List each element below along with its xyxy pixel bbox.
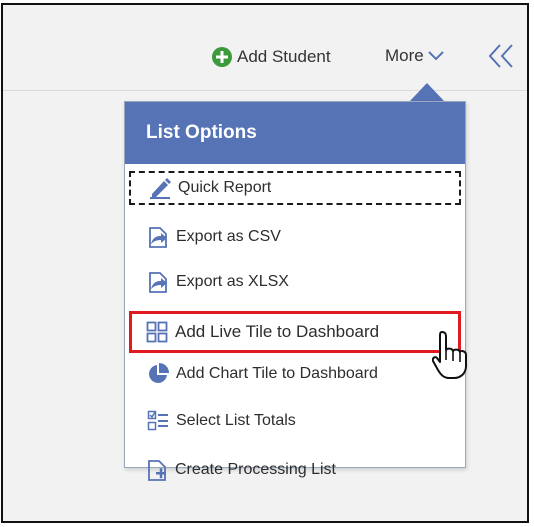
plus-circle-icon: [212, 47, 232, 67]
menu-item-export-csv[interactable]: Export as CSV: [129, 220, 461, 254]
grid-tiles-icon: [146, 321, 168, 343]
menu-header: List Options: [125, 102, 465, 164]
menu-item-label: Quick Report: [178, 179, 272, 196]
menu-item-create-processing-list[interactable]: Create Processing List: [128, 453, 460, 487]
menu-item-label: Add Chart Tile to Dashboard: [176, 365, 378, 382]
list-options-menu: List Options Quick Report Export as CSV …: [124, 101, 466, 468]
more-label: More: [385, 46, 424, 65]
add-student-button[interactable]: Add Student: [211, 46, 331, 68]
new-document-icon: [148, 460, 166, 481]
menu-item-quick-report[interactable]: Quick Report: [129, 171, 461, 205]
menu-item-label: Add Live Tile to Dashboard: [175, 322, 380, 341]
export-arrow-icon: [149, 227, 167, 248]
menu-item-select-list-totals[interactable]: Select List Totals: [129, 404, 461, 438]
chevron-down-icon: [428, 51, 444, 61]
export-arrow-icon: [149, 272, 167, 293]
edit-report-icon: [150, 178, 171, 199]
menu-item-label: Export as XLSX: [176, 273, 289, 290]
hand-pointer-icon: [432, 331, 467, 379]
more-button[interactable]: More: [385, 46, 445, 66]
menu-caret: [409, 83, 445, 102]
menu-item-export-xlsx[interactable]: Export as XLSX: [129, 265, 461, 299]
menu-item-label: Create Processing List: [175, 461, 336, 478]
menu-title: List Options: [146, 122, 257, 143]
menu-item-add-chart-tile[interactable]: Add Chart Tile to Dashboard: [129, 357, 461, 391]
add-student-label: Add Student: [237, 47, 331, 66]
menu-item-label: Export as CSV: [176, 228, 281, 245]
double-chevron-left-icon[interactable]: [487, 42, 517, 70]
toolbar: Add Student More: [3, 42, 527, 76]
checklist-icon: [147, 410, 168, 431]
toolbar-divider: [3, 90, 527, 91]
menu-item-add-live-tile[interactable]: Add Live Tile to Dashboard: [129, 311, 461, 353]
pie-chart-icon: [149, 363, 169, 383]
menu-item-label: Select List Totals: [176, 412, 296, 429]
